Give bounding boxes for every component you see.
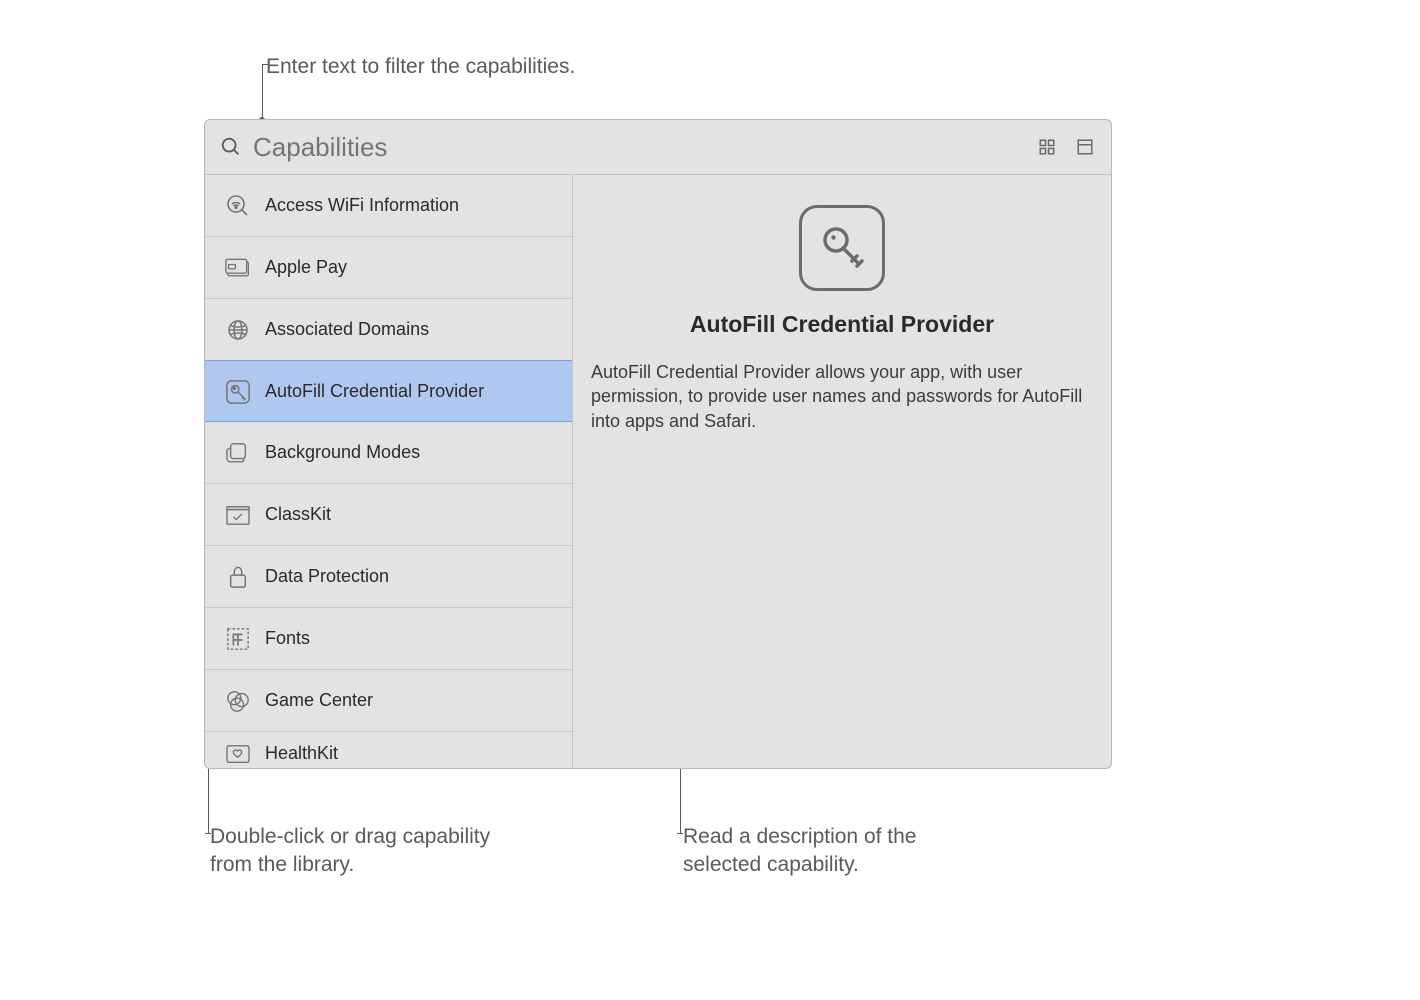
callout-tick [677, 833, 683, 834]
capability-label: AutoFill Credential Provider [259, 381, 572, 402]
callout-filter-text: Enter text to filter the capabilities. [266, 53, 575, 81]
callout-library-line1: Double-click or drag capability [210, 825, 490, 848]
callout-desc-line1: Read a description of the [683, 825, 916, 848]
capability-item-autofill[interactable]: AutoFill Credential Provider [205, 360, 572, 422]
detail-key-icon [799, 205, 885, 291]
capability-label: ClassKit [259, 504, 572, 525]
capability-detail: AutoFill Credential Provider AutoFill Cr… [573, 175, 1111, 768]
lock-icon [217, 564, 259, 590]
key-icon [217, 379, 259, 405]
capability-label: Fonts [259, 628, 572, 649]
callout-line [262, 64, 263, 118]
capability-item-wifi[interactable]: Access WiFi Information [205, 175, 572, 237]
classkit-icon [217, 504, 259, 526]
capability-label: Background Modes [259, 442, 572, 463]
capability-item-applepay[interactable]: Apple Pay [205, 237, 572, 299]
detail-title: AutoFill Credential Provider [690, 311, 994, 338]
grid-view-button[interactable] [1033, 133, 1061, 161]
capability-item-fonts[interactable]: Fonts [205, 608, 572, 670]
panel-content: Access WiFi Information Apple Pay [205, 175, 1111, 768]
detail-header: AutoFill Credential Provider [591, 205, 1093, 338]
capabilities-panel: Access WiFi Information Apple Pay [204, 119, 1112, 769]
wifi-search-icon [217, 194, 259, 218]
apple-pay-icon [217, 258, 259, 278]
background-modes-icon [217, 441, 259, 465]
capability-label: HealthKit [259, 743, 572, 764]
capability-label: Apple Pay [259, 257, 572, 278]
callout-desc-text: Read a description of the selected capab… [683, 823, 916, 880]
capability-item-dataprotection[interactable]: Data Protection [205, 546, 572, 608]
capabilities-list[interactable]: Access WiFi Information Apple Pay [205, 175, 573, 768]
healthkit-icon [217, 743, 259, 765]
globe-icon [217, 318, 259, 342]
capability-item-gamecenter[interactable]: Game Center [205, 670, 572, 732]
split-view-button[interactable] [1071, 133, 1099, 161]
game-center-icon [217, 689, 259, 713]
fonts-icon [217, 627, 259, 651]
detail-description: AutoFill Credential Provider allows your… [591, 360, 1093, 433]
capability-item-healthkit[interactable]: HealthKit [205, 732, 572, 768]
callout-desc-line2: selected capability. [683, 853, 859, 876]
callout-library-line2: from the library. [210, 853, 354, 876]
capability-item-background[interactable]: Background Modes [205, 422, 572, 484]
capability-label: Data Protection [259, 566, 572, 587]
search-bar [205, 120, 1111, 175]
callout-library-text: Double-click or drag capability from the… [210, 823, 490, 880]
capability-label: Associated Domains [259, 319, 572, 340]
search-icon [217, 136, 245, 158]
callout-tick [205, 833, 211, 834]
capability-item-classkit[interactable]: ClassKit [205, 484, 572, 546]
capability-label: Game Center [259, 690, 572, 711]
search-input[interactable] [245, 132, 1023, 163]
capability-item-domains[interactable]: Associated Domains [205, 299, 572, 361]
capability-label: Access WiFi Information [259, 195, 572, 216]
